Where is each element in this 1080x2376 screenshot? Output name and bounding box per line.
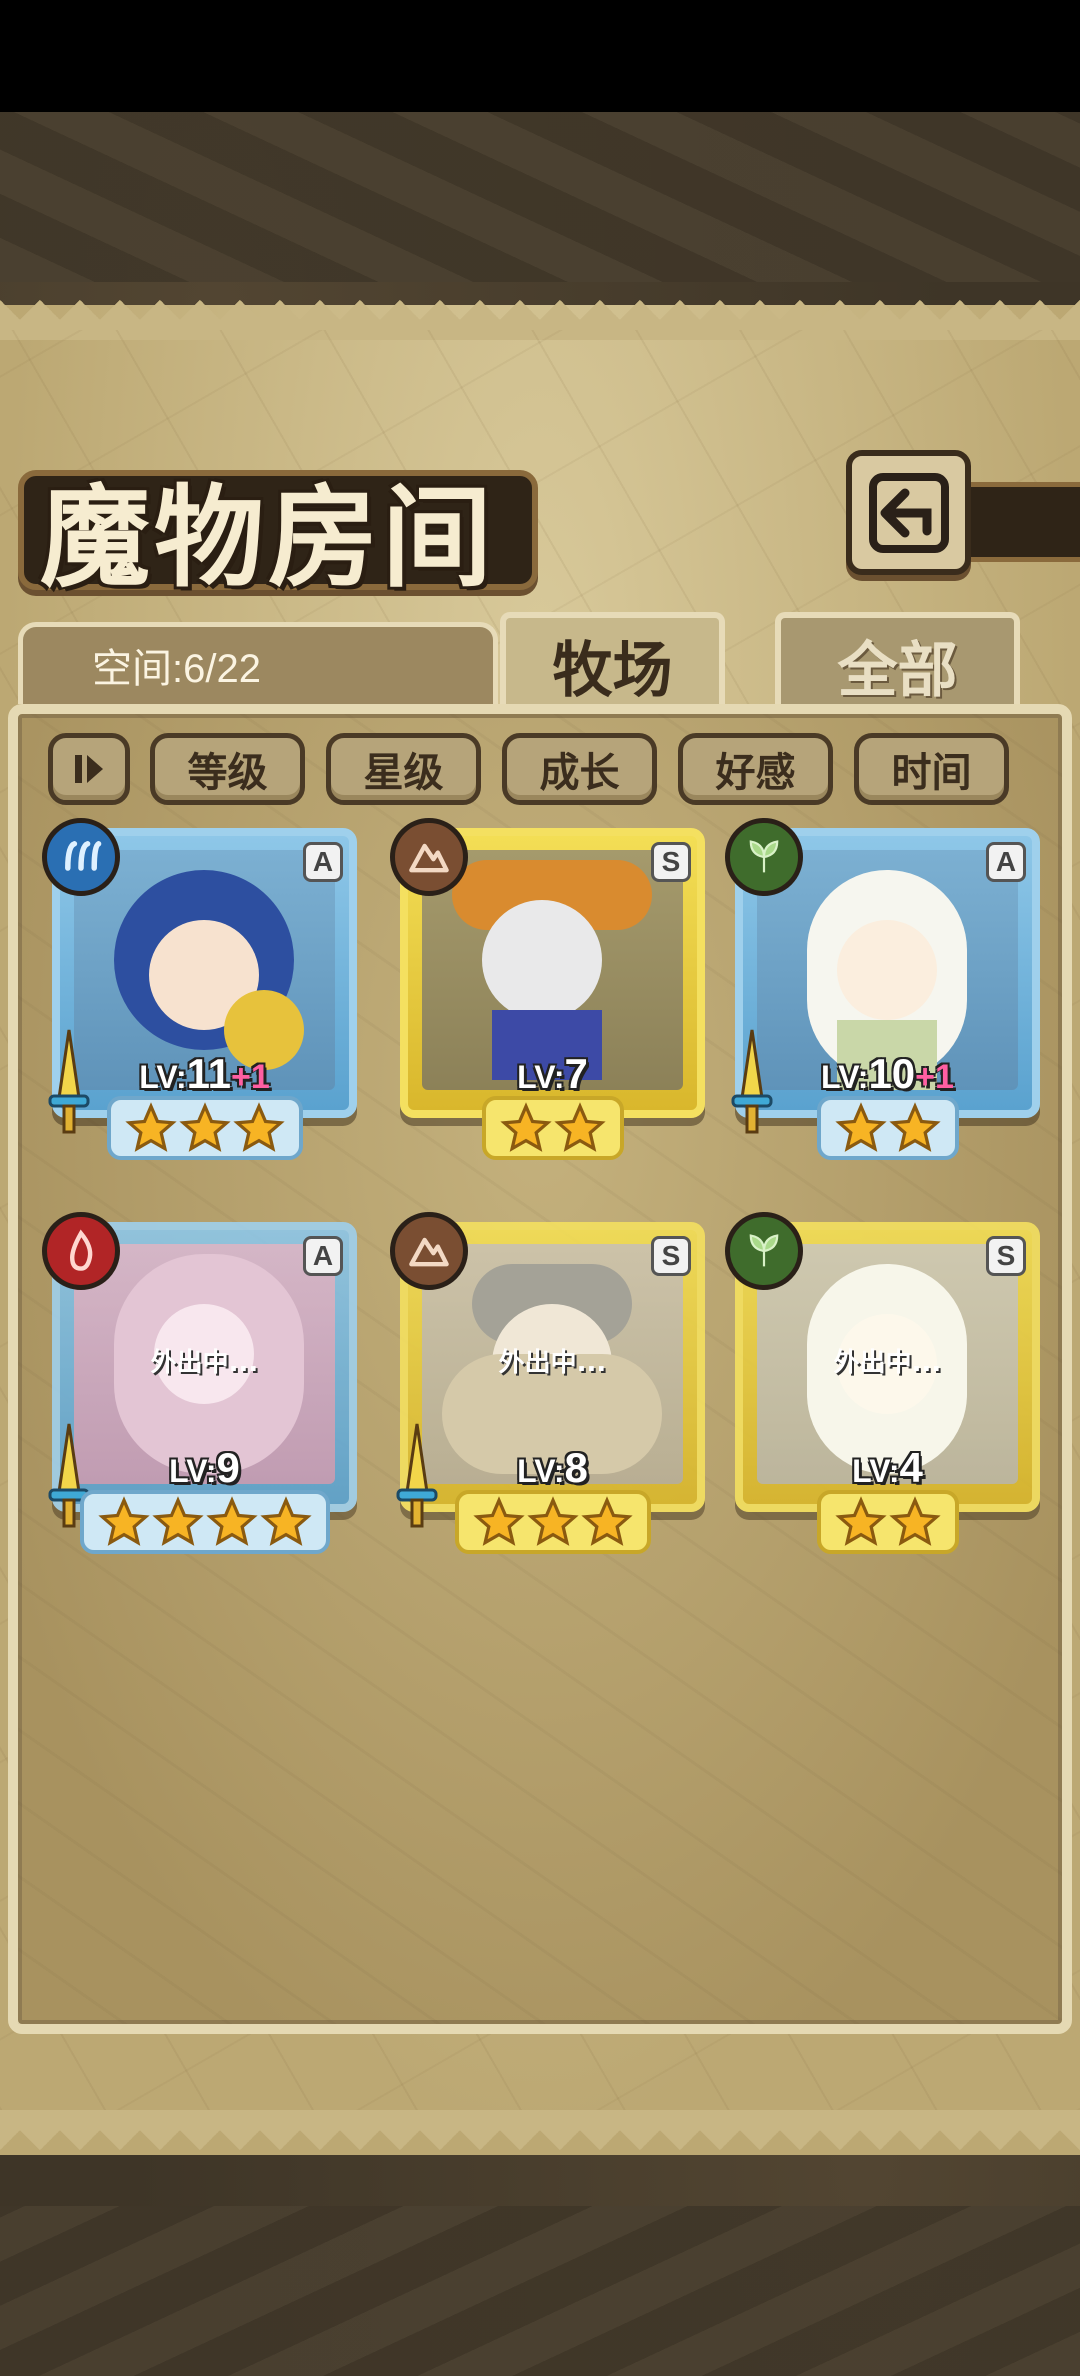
return-icon (868, 472, 949, 553)
star-icon (888, 1102, 941, 1152)
map-strip-top (0, 112, 1080, 282)
sort-toggle-icon (75, 755, 103, 783)
star-icon (178, 1102, 231, 1152)
star-icon (259, 1496, 312, 1546)
star-rating (454, 1490, 651, 1554)
star-icon (124, 1102, 177, 1152)
level-label: LV:9 (169, 1444, 240, 1491)
back-button[interactable] (846, 450, 971, 575)
level-label: LV:10+1 (821, 1050, 954, 1097)
level-label: LV:8 (517, 1444, 588, 1491)
level-label: LV:7 (517, 1050, 588, 1097)
tab-ranch[interactable]: 牧场 (500, 612, 725, 712)
star-icon (580, 1496, 633, 1546)
page-title: 魔物房间 (40, 473, 496, 602)
monster-card[interactable]: A LV:11+1 (42, 818, 357, 1160)
star-icon (205, 1496, 258, 1546)
away-status: 外出中... (150, 1348, 259, 1378)
star-icon (232, 1102, 285, 1152)
star-icon (834, 1496, 887, 1546)
map-strip-bottom (0, 2206, 1080, 2376)
star-icon (97, 1496, 150, 1546)
away-status: 外出中... (833, 1348, 942, 1378)
rarity-badge: A (986, 842, 1026, 882)
back-bar (960, 482, 1080, 562)
star-icon (526, 1496, 579, 1546)
star-icon (834, 1102, 887, 1152)
water-icon (42, 818, 120, 896)
filter-star-button[interactable]: 星级 (326, 733, 481, 805)
star-icon (499, 1102, 552, 1152)
earth-icon (390, 818, 468, 896)
sort-order-button[interactable] (48, 733, 130, 805)
away-status: 外出中... (498, 1348, 607, 1378)
star-icon (888, 1496, 941, 1546)
star-rating (816, 1096, 959, 1160)
star-rating (106, 1096, 303, 1160)
star-icon (472, 1496, 525, 1546)
filter-time-button[interactable]: 时间 (854, 733, 1009, 805)
tab-all[interactable]: 全部 (775, 612, 1020, 712)
rarity-badge: A (303, 1236, 343, 1276)
level-label: LV:11+1 (139, 1050, 270, 1097)
monster-card[interactable]: A 外出中... LV:9 (42, 1212, 357, 1554)
monster-card[interactable]: S 外出中... LV:8 (390, 1212, 705, 1554)
level-label: LV:4 (852, 1444, 923, 1491)
rarity-badge: S (651, 1236, 691, 1276)
space-counter: 空间:6/22 (92, 647, 261, 691)
monster-card[interactable]: A LV:10+1 (725, 818, 1040, 1160)
parchment-edge-bottom (0, 2110, 1080, 2150)
star-rating (816, 1490, 959, 1554)
rarity-badge: S (986, 1236, 1026, 1276)
filter-level-button[interactable]: 等级 (150, 733, 305, 805)
star-icon (151, 1496, 204, 1546)
star-rating (481, 1096, 624, 1160)
star-icon (553, 1102, 606, 1152)
fire-icon (42, 1212, 120, 1290)
leaf-icon (725, 818, 803, 896)
monster-card[interactable]: S 外出中... LV:4 (725, 1212, 1040, 1554)
filter-growth-button[interactable]: 成长 (502, 733, 657, 805)
earth-icon (390, 1212, 468, 1290)
rarity-badge: S (651, 842, 691, 882)
star-rating (79, 1490, 330, 1554)
monster-card[interactable]: S LV:7 (390, 818, 705, 1160)
filter-affection-button[interactable]: 好感 (678, 733, 833, 805)
rarity-badge: A (303, 842, 343, 882)
status-bar (0, 0, 1080, 112)
leaf-icon (725, 1212, 803, 1290)
